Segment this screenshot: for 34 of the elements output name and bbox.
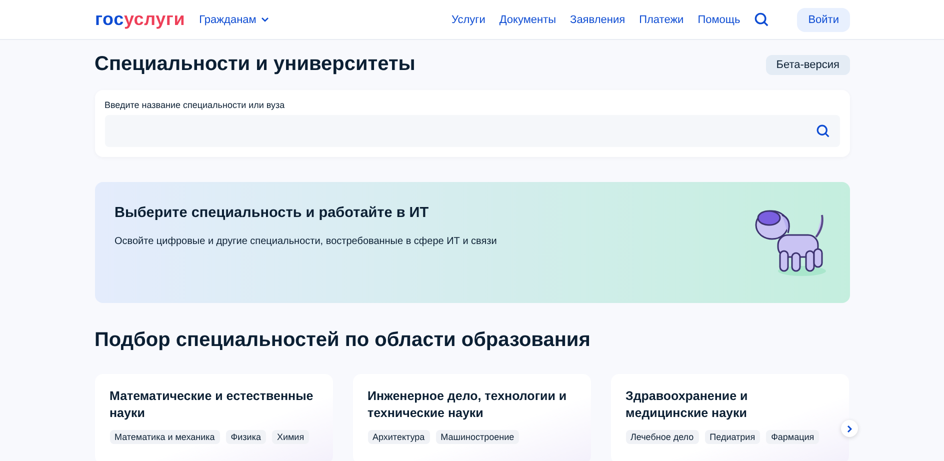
nav-link[interactable]: Платежи bbox=[639, 14, 684, 26]
login-button[interactable]: Войти bbox=[797, 8, 850, 32]
nav-link[interactable]: Заявления bbox=[570, 14, 626, 26]
nav-link[interactable]: Документы bbox=[499, 14, 556, 26]
card-title: Здравоохранение и медицинские науки bbox=[626, 388, 749, 422]
search-label: Введите название специальности или вуза bbox=[104, 100, 286, 110]
banner-title: Выберите специальность и работайте в ИТ bbox=[114, 205, 430, 221]
banner-text: Освойте цифровые и другие специальности, востребованные в сфере ИТ и связи bbox=[114, 236, 498, 247]
search-field[interactable] bbox=[104, 115, 840, 147]
logo[interactable]: госуслуги bbox=[95, 9, 186, 30]
audience-dropdown[interactable]: Гражданам bbox=[199, 14, 270, 26]
category-card[interactable]: Инженерное дело, технологии и технические науки Архитектура Машиностроение bbox=[352, 374, 590, 461]
promo-banner[interactable]: Выберите специальность и работайте в ИТ Освойте цифровые и другие специальности, востребованные в сфере ИТ и связи bbox=[94, 182, 850, 303]
search-icon[interactable] bbox=[754, 12, 770, 27]
beta-badge: Бета-версия bbox=[766, 54, 850, 74]
specialty-tag[interactable]: Архитектура bbox=[368, 430, 430, 444]
specialty-tag[interactable]: Машиностроение bbox=[436, 430, 520, 444]
specialty-tag[interactable]: Педиатрия bbox=[704, 430, 760, 444]
section-title: Подбор специальностей по области образования bbox=[94, 329, 592, 352]
category-card[interactable]: Математические и естественные науки Математика и механика Физика Химия bbox=[94, 374, 332, 461]
specialty-tag[interactable]: Физика bbox=[226, 430, 266, 444]
specialty-tag[interactable]: Химия bbox=[272, 430, 310, 444]
category-card[interactable]: Здравоохранение и медицинские науки Лечебное дело Педиатрия Фармация bbox=[610, 374, 848, 461]
chevron-down-icon bbox=[261, 17, 270, 22]
search-icon[interactable] bbox=[816, 124, 830, 138]
card-title: Математические и естественные науки bbox=[110, 388, 314, 422]
nav-link[interactable]: Услуги bbox=[452, 14, 486, 26]
page-title: Специальности и университеты bbox=[94, 53, 416, 76]
nav-link[interactable]: Помощь bbox=[698, 14, 740, 26]
specialty-tag[interactable]: Фармация bbox=[766, 430, 820, 444]
specialty-tag[interactable]: Математика и механика bbox=[110, 430, 220, 444]
specialty-tag[interactable]: Лечебное дело bbox=[626, 430, 699, 444]
chevron-right-icon bbox=[846, 424, 852, 432]
card-title: Инженерное дело, технологии и технические науки bbox=[368, 388, 568, 422]
